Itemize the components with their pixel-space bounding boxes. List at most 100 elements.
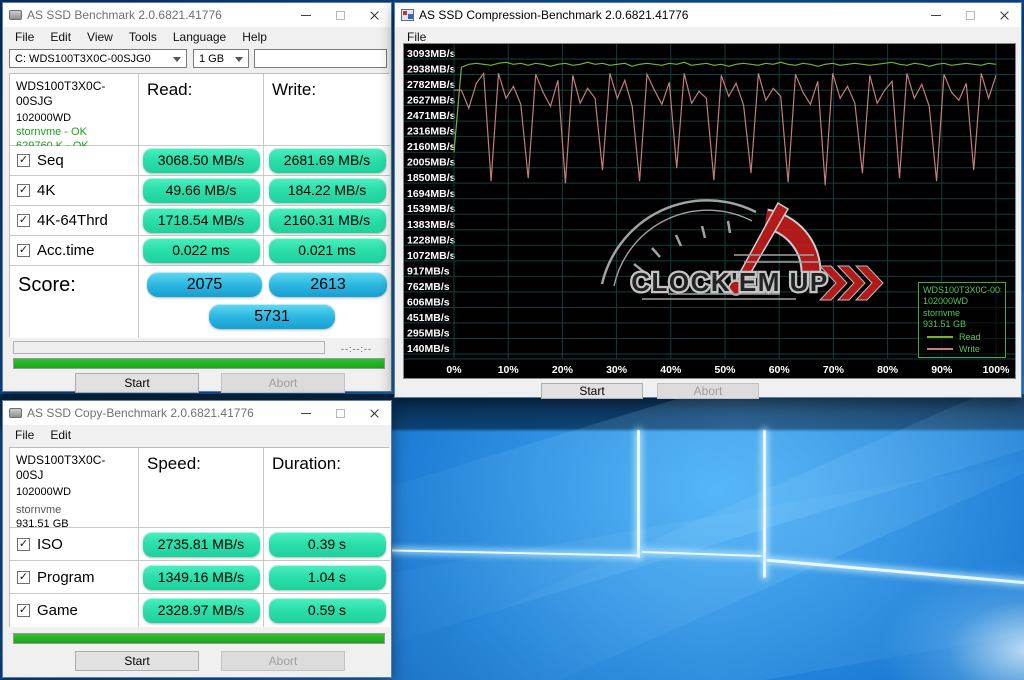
minimize-button[interactable] <box>289 401 323 425</box>
svg-text:50%: 50% <box>714 364 736 376</box>
watermark-text: CLOCK'EM UP <box>631 267 828 297</box>
4k64-checkbox[interactable] <box>17 214 30 227</box>
copy-table: WDS100T3X0C-00SJ 102000WD stornvme 931.5… <box>9 447 389 627</box>
maximize-button[interactable] <box>323 401 357 425</box>
close-button[interactable] <box>357 3 391 27</box>
window-title: AS SSD Copy-Benchmark 2.0.6821.41776 <box>27 406 254 420</box>
menu-help[interactable]: Help <box>234 28 275 46</box>
close-button[interactable] <box>357 401 391 425</box>
program-speed-cell: 1349.16 MB/s <box>139 561 264 594</box>
menu-view[interactable]: View <box>79 28 121 46</box>
close-button[interactable] <box>987 3 1021 27</box>
legend-series-name: Write <box>959 344 980 354</box>
drive-firmware: 102000WD <box>16 112 132 126</box>
maximize-button[interactable] <box>953 3 987 27</box>
score-total-value: 5731 <box>209 304 335 329</box>
maximize-button[interactable] <box>323 3 357 27</box>
program-checkbox[interactable] <box>17 571 30 584</box>
minimize-button[interactable] <box>919 3 953 27</box>
compression-titlebar[interactable]: AS SSD Compression-Benchmark 2.0.6821.41… <box>395 3 1021 27</box>
menu-file[interactable]: File <box>7 426 42 444</box>
overall-progress-bar <box>13 358 385 369</box>
overall-progress-bar <box>13 633 385 644</box>
chevron-down-icon <box>173 57 181 62</box>
abort-button[interactable]: Abort <box>221 651 345 671</box>
score-label: Score: <box>10 266 139 338</box>
game-duration-value: 0.59 s <box>269 598 386 623</box>
abort-button[interactable]: Abort <box>657 383 759 399</box>
clockem-up-logo: CLOCK'EM UP <box>584 192 886 302</box>
svg-text:606MB/s: 606MB/s <box>407 296 450 308</box>
menu-file[interactable]: File <box>7 28 42 46</box>
test-size-combo[interactable]: 1 GB <box>193 49 249 68</box>
svg-text:762MB/s: 762MB/s <box>407 281 450 293</box>
row-label-text: Program <box>37 569 95 586</box>
4k-checkbox[interactable] <box>17 184 30 197</box>
svg-text:2782MB/s: 2782MB/s <box>407 79 456 91</box>
seq-checkbox[interactable] <box>17 154 30 167</box>
form-app-icon <box>401 9 414 21</box>
row-iso-label: ISO <box>10 528 139 561</box>
drive-driver-status: stornvme - OK <box>16 126 132 140</box>
legend-line-swatch <box>927 348 953 350</box>
acctime-write-value: 0.021 ms <box>269 238 386 263</box>
svg-text:2627MB/s: 2627MB/s <box>407 95 456 107</box>
game-duration-cell: 0.59 s <box>264 594 390 627</box>
benchmark-titlebar[interactable]: AS SSD Benchmark 2.0.6821.41776 <box>3 3 391 27</box>
4k64-write-value: 2160.31 MB/s <box>269 208 386 233</box>
menu-language[interactable]: Language <box>165 28 234 46</box>
seq-read-cell: 3068.50 MB/s <box>139 146 264 176</box>
row-label-text: ISO <box>37 536 63 553</box>
score-write-value: 2613 <box>269 272 387 297</box>
svg-text:10%: 10% <box>498 364 520 376</box>
iso-speed-cell: 2735.81 MB/s <box>139 528 264 561</box>
svg-text:20%: 20% <box>552 364 574 376</box>
menu-edit[interactable]: Edit <box>42 426 79 444</box>
legend-entry: Read <box>923 332 1001 342</box>
row-4k64-label: 4K-64Thrd <box>10 206 139 236</box>
window-title: AS SSD Benchmark 2.0.6821.41776 <box>27 8 222 22</box>
copy-menubar: File Edit <box>3 425 391 445</box>
start-button[interactable]: Start <box>75 373 199 393</box>
svg-text:1539MB/s: 1539MB/s <box>407 203 456 215</box>
4k64-read-value: 1718.54 MB/s <box>143 208 260 233</box>
benchmark-menubar: File Edit View Tools Language Help <box>3 27 391 47</box>
svg-text:60%: 60% <box>769 364 791 376</box>
read-column-header: Read: <box>139 74 264 146</box>
row-label-text: Game <box>37 602 78 619</box>
acctime-checkbox[interactable] <box>17 244 30 257</box>
svg-text:1694MB/s: 1694MB/s <box>407 188 456 200</box>
svg-text:2938MB/s: 2938MB/s <box>407 63 456 75</box>
start-button[interactable]: Start <box>541 383 643 399</box>
svg-text:2316MB/s: 2316MB/s <box>407 126 456 138</box>
iso-duration-cell: 0.39 s <box>264 528 390 561</box>
abort-button[interactable]: Abort <box>221 373 345 393</box>
drive-info-cell: WDS100T3X0C-00SJ 102000WD stornvme 931.5… <box>10 448 139 528</box>
close-icon <box>369 408 380 419</box>
game-checkbox[interactable] <box>17 604 30 617</box>
compression-chart: 3093MB/s2938MB/s2782MB/s2627MB/s2471MB/s… <box>403 43 1016 379</box>
4k-read-value: 49.66 MB/s <box>143 178 260 203</box>
maximize-icon <box>336 409 345 418</box>
drive-app-icon <box>9 408 22 418</box>
menu-edit[interactable]: Edit <box>42 28 79 46</box>
svg-text:1850MB/s: 1850MB/s <box>407 172 456 184</box>
wallpaper-glow <box>880 560 1024 680</box>
start-button[interactable]: Start <box>75 651 199 671</box>
close-icon <box>999 10 1010 21</box>
row-4k-label: 4K <box>10 176 139 206</box>
svg-text:40%: 40% <box>660 364 682 376</box>
svg-text:2005MB/s: 2005MB/s <box>407 157 456 169</box>
svg-text:295MB/s: 295MB/s <box>407 328 450 340</box>
chevron-down-icon <box>235 57 243 62</box>
copy-titlebar[interactable]: AS SSD Copy-Benchmark 2.0.6821.41776 <box>3 401 391 425</box>
menu-tools[interactable]: Tools <box>121 28 165 46</box>
row-label-text: Seq <box>37 152 64 169</box>
drive-select-combo[interactable]: C: WDS100T3X0C-00SJG0 <box>9 49 187 68</box>
minimize-button[interactable] <box>289 3 323 27</box>
empty-textbox[interactable] <box>254 49 387 68</box>
iso-checkbox[interactable] <box>17 538 30 551</box>
acctime-write-cell: 0.021 ms <box>264 236 390 266</box>
minimize-icon <box>301 413 311 414</box>
drive-firmware: 102000WD <box>16 486 132 500</box>
